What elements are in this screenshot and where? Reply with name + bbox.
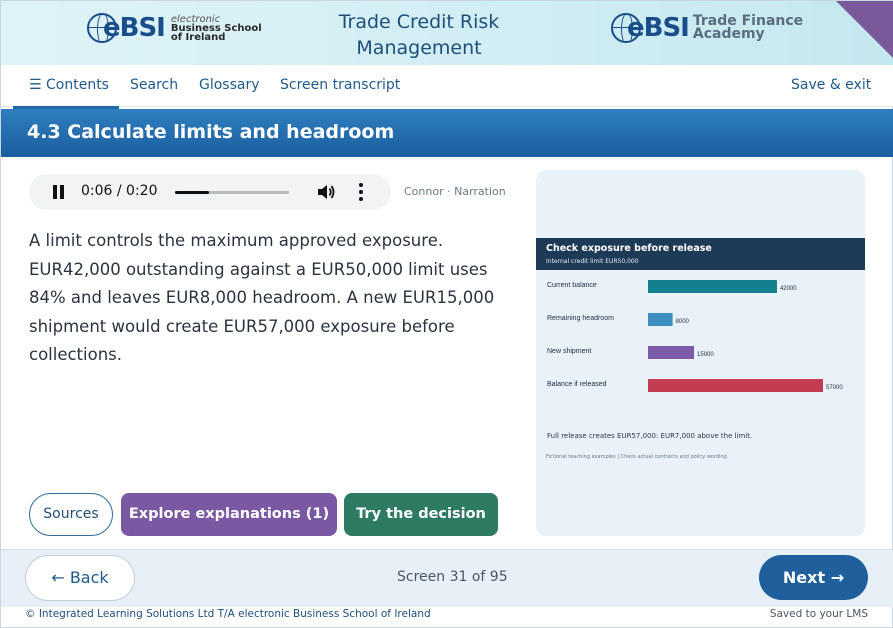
logo-line-3: of Ireland — [170, 31, 226, 43]
top-nav: ☰ Contents Search Glossary Screen transc… — [1, 65, 893, 109]
screen-counter: Screen 31 of 95 — [397, 569, 508, 585]
audio-seek-fill — [175, 191, 210, 194]
body-text: A limit controls the maximum approved ex… — [29, 231, 495, 365]
chart-bar — [648, 280, 777, 293]
chart-subtitle: Internal credit limit EUR50,000 — [546, 258, 639, 265]
chart-value-label: 57000 — [826, 385, 843, 391]
chart-footnote: Fictional teaching examples | Check actu… — [546, 454, 727, 460]
trade-finance-academy-logo: eBSI Trade Finance Academy — [611, 13, 803, 43]
chart-category-label: Remaining headroom — [547, 315, 614, 322]
section-title: 4.3 Calculate limits and headroom — [27, 121, 395, 143]
course-title: Trade Credit Risk Management — [338, 11, 500, 59]
chart-value-label: 42000 — [780, 286, 797, 292]
globe-icon — [611, 13, 641, 43]
nav-search[interactable]: Search — [130, 77, 178, 93]
explore-explanations-button[interactable]: Explore explanations (1) — [121, 493, 337, 536]
logo-text: Trade Finance Academy — [692, 14, 803, 42]
section-bar: 4.3 Calculate limits and headroom — [1, 109, 893, 157]
nav-screen-transcript[interactable]: Screen transcript — [280, 77, 400, 93]
ebsi-logo: eBSI electronic Business School of Irela… — [87, 13, 262, 43]
chart-category-label: New shipment — [547, 348, 591, 355]
chart-value-label: 15000 — [697, 352, 714, 358]
copyright-text: © Integrated Learning Solutions Ltd T/A … — [25, 608, 431, 620]
chart-bar — [648, 346, 695, 359]
narration-credit: Connor · Narration — [404, 185, 506, 198]
globe-icon — [87, 13, 117, 43]
audio-player[interactable]: 0:06 / 0:20 — [29, 174, 391, 210]
chart-note: Full release creates EUR57,000: EUR7,000… — [547, 432, 753, 440]
chart-bar — [648, 379, 823, 392]
footer-nav: ← Back Screen 31 of 95 Next → — [1, 549, 893, 607]
pause-icon[interactable] — [53, 185, 65, 199]
chart-value-label: 8000 — [676, 319, 690, 325]
back-button[interactable]: ← Back — [25, 555, 135, 601]
audio-time: 0:06 / 0:20 — [81, 183, 158, 199]
chart-card: Check exposure before release Internal c… — [536, 170, 865, 536]
try-decision-button[interactable]: Try the decision — [344, 493, 498, 536]
volume-icon[interactable] — [316, 183, 336, 201]
chart-bar — [648, 313, 673, 326]
chart-header: Check exposure before release Internal c… — [536, 238, 865, 270]
sources-button[interactable]: Sources — [29, 493, 113, 536]
logo-line-2: Academy — [692, 26, 765, 42]
next-button[interactable]: Next → — [759, 555, 868, 600]
exposure-bar-chart: Current balance 42000 Remaining headroom 80… — [547, 280, 843, 392]
chart-category-label: Current balance — [547, 282, 597, 289]
chart-title: Check exposure before release — [546, 243, 712, 254]
nav-glossary[interactable]: Glossary — [199, 77, 260, 93]
app-frame: eBSI electronic Business School of Irela… — [0, 0, 893, 628]
course-header: eBSI electronic Business School of Irela… — [1, 1, 893, 65]
chart-category-label: Balance if released — [547, 381, 607, 388]
nav-contents[interactable]: ☰ Contents — [13, 77, 119, 109]
more-options-icon[interactable] — [359, 183, 363, 201]
save-exit-link[interactable]: Save & exit — [791, 77, 871, 93]
logo-text: electronic Business School of Ireland — [170, 14, 262, 43]
audio-seek-bar[interactable] — [175, 191, 289, 194]
save-status: Saved to your LMS — [769, 608, 868, 620]
corner-decoration — [836, 1, 893, 59]
